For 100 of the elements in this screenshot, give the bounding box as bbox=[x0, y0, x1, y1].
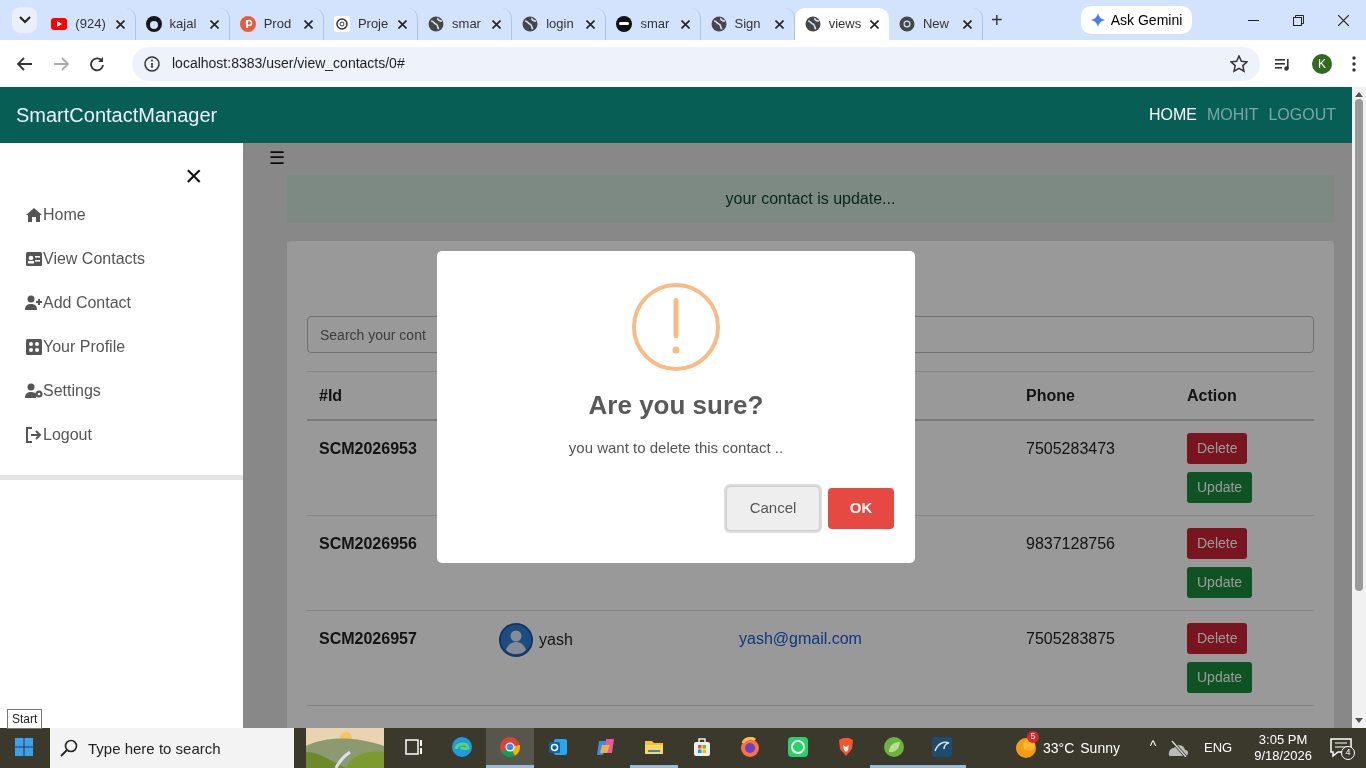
new-tab-button[interactable]: + bbox=[983, 10, 1011, 30]
sidebar-item[interactable]: Settings bbox=[0, 369, 243, 413]
close-icon bbox=[1338, 14, 1350, 26]
scroll-up-icon bbox=[1355, 92, 1363, 97]
table-cell: 9837128756 bbox=[1026, 535, 1115, 552]
sidebar-item[interactable]: Add Contact bbox=[0, 281, 243, 325]
cancel-button[interactable]: Cancel bbox=[726, 485, 820, 531]
browser-tab[interactable]: views bbox=[794, 8, 889, 40]
delete-button[interactable]: Delete bbox=[1187, 433, 1248, 464]
notification-icon[interactable] bbox=[1330, 738, 1352, 758]
success-alert: your contact is update... bbox=[287, 175, 1334, 223]
task-view-icon bbox=[404, 736, 424, 757]
brand-name[interactable]: SmartContactManager bbox=[16, 100, 218, 130]
table-cell: SCM2026953 bbox=[319, 440, 417, 457]
table-cell: 7505283473 bbox=[1026, 440, 1115, 457]
url-text: localhost:8383/user/view_contacts/0# bbox=[172, 54, 405, 73]
tray-caret[interactable]: ^ bbox=[1138, 728, 1168, 768]
leaf-icon bbox=[884, 736, 904, 757]
tab-search-button[interactable] bbox=[12, 7, 38, 33]
swirl-icon bbox=[596, 736, 616, 757]
close-button[interactable]: × bbox=[185, 161, 203, 191]
forward-icon bbox=[53, 55, 69, 72]
ring-icon bbox=[500, 736, 520, 757]
scroll-down-icon bbox=[1355, 718, 1363, 723]
profile-icon bbox=[25, 338, 43, 356]
close-icon[interactable] bbox=[586, 19, 596, 29]
temperature: 33°C bbox=[1043, 738, 1075, 758]
search-icon bbox=[60, 739, 78, 757]
scrollbar[interactable] bbox=[1352, 87, 1366, 728]
clock-date[interactable]: 9/18/2026 bbox=[1254, 748, 1312, 764]
sidebar-item[interactable]: Home bbox=[0, 193, 243, 237]
weather-text: Sunny bbox=[1080, 738, 1120, 758]
id-card-icon bbox=[25, 250, 43, 268]
sun-icon[interactable] bbox=[1015, 737, 1037, 759]
circle-icon bbox=[145, 16, 162, 32]
circle-icon bbox=[616, 16, 633, 32]
profile-avatar[interactable]: K bbox=[1312, 53, 1332, 74]
ring-icon bbox=[898, 16, 915, 32]
close-icon[interactable] bbox=[774, 19, 784, 29]
close-icon[interactable] bbox=[963, 19, 973, 29]
restore-icon bbox=[1293, 14, 1305, 26]
close-icon[interactable] bbox=[492, 19, 502, 29]
ok-button[interactable]: OK bbox=[828, 487, 894, 529]
play-icon bbox=[51, 16, 68, 32]
globe-icon bbox=[428, 16, 445, 32]
close-icon[interactable] bbox=[209, 19, 219, 29]
nav-link[interactable]: HOME bbox=[1148, 103, 1197, 127]
column-header: Phone bbox=[1026, 386, 1075, 404]
globe-icon bbox=[522, 16, 539, 32]
sign-out-icon bbox=[25, 426, 43, 444]
notification-count: 4 bbox=[1341, 746, 1355, 760]
sidebar-item[interactable]: Logout bbox=[0, 413, 243, 457]
chevron-icon bbox=[18, 16, 31, 24]
address-bar[interactable]: localhost:8383/user/view_contacts/0# bbox=[132, 46, 1260, 81]
scrollbar-thumb[interactable] bbox=[1355, 99, 1363, 591]
user-gear-icon bbox=[25, 382, 43, 400]
delete-button[interactable]: Delete bbox=[1187, 623, 1248, 654]
mail-icon bbox=[548, 736, 568, 757]
swirl-icon bbox=[452, 736, 472, 757]
ask-gemini-button[interactable]: Ask Gemini bbox=[1080, 6, 1193, 34]
close-icon[interactable] bbox=[680, 19, 690, 29]
taskbar-search-field[interactable]: Type here to search bbox=[50, 728, 294, 768]
clock-time[interactable]: 3:05 PM bbox=[1258, 732, 1308, 748]
star-icon[interactable] bbox=[1230, 54, 1248, 73]
info-icon[interactable] bbox=[144, 55, 160, 72]
warning-icon bbox=[631, 282, 721, 372]
table-cell: SCM2026957 bbox=[319, 630, 417, 647]
globe-icon bbox=[804, 16, 821, 32]
table-cell-text: yash bbox=[539, 630, 573, 650]
avatar-icon bbox=[499, 623, 533, 657]
network-off-icon[interactable] bbox=[1168, 739, 1190, 757]
reload-icon bbox=[89, 55, 105, 72]
dialog-title: Are you sure? bbox=[588, 389, 764, 422]
circle-icon bbox=[239, 16, 256, 32]
column-header: Action bbox=[1187, 386, 1237, 404]
menu-icon[interactable] bbox=[1352, 55, 1356, 72]
close-icon[interactable] bbox=[115, 19, 125, 29]
close-icon[interactable] bbox=[869, 19, 879, 29]
menu-button[interactable]: ☰ bbox=[269, 149, 285, 167]
dialog-message: you want to delete this contact .. bbox=[568, 438, 784, 458]
sidebar-item[interactable]: View Contacts bbox=[0, 237, 243, 281]
add-user-icon bbox=[25, 294, 43, 312]
bag-icon bbox=[692, 736, 712, 757]
chat-icon bbox=[788, 736, 808, 757]
back-icon bbox=[17, 55, 33, 72]
globe-icon bbox=[710, 16, 727, 32]
tooltip: Start bbox=[7, 709, 43, 729]
close-icon[interactable] bbox=[398, 19, 408, 29]
notification-badge: 5 bbox=[1027, 731, 1039, 743]
sidebar-item[interactable]: Your Profile bbox=[0, 325, 243, 369]
home-icon bbox=[25, 206, 43, 224]
table-cell: 7505283875 bbox=[1026, 630, 1115, 647]
delete-button[interactable]: Delete bbox=[1187, 528, 1248, 559]
language-indicator[interactable]: ENG bbox=[1204, 738, 1233, 758]
email-link[interactable]: yash@gmail.com bbox=[739, 630, 862, 647]
sparkle-icon bbox=[1090, 13, 1105, 27]
close-icon[interactable] bbox=[303, 19, 313, 29]
column-header: #Id bbox=[319, 386, 343, 404]
windows-icon bbox=[15, 737, 33, 756]
table-cell: SCM2026956 bbox=[319, 535, 417, 552]
